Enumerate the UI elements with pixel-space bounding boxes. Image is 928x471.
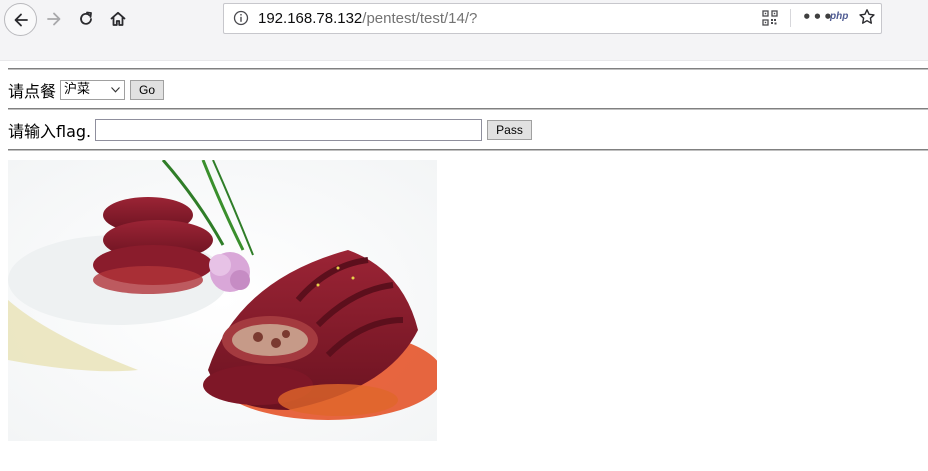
url-host: 192.168.78.132 (258, 10, 363, 27)
reload-button[interactable] (70, 3, 102, 35)
home-button[interactable] (102, 3, 134, 35)
url-text[interactable]: 192.168.78.132/pentest/test/14/? (258, 10, 477, 27)
forward-button[interactable] (38, 3, 70, 35)
back-button[interactable] (4, 3, 37, 36)
qr-code-icon[interactable] (762, 10, 778, 26)
flag-form: 请输入flag. Pass (8, 118, 532, 142)
url-bar[interactable]: 192.168.78.132/pentest/test/14/? ••• php (223, 3, 882, 34)
url-path: /pentest/test/14/? (362, 10, 478, 27)
bookmark-star-icon[interactable] (858, 8, 876, 26)
chevron-down-icon (111, 87, 120, 93)
flag-input[interactable] (95, 119, 483, 141)
food-dish-image (8, 160, 437, 441)
php-extension-icon[interactable]: php (830, 11, 848, 22)
order-form: 请点餐 沪菜 Go (8, 78, 165, 102)
page-actions-icon[interactable]: ••• (802, 8, 834, 26)
divider (8, 68, 928, 70)
go-button[interactable]: Go (130, 80, 165, 100)
divider (8, 108, 928, 110)
back-arrow-icon (14, 13, 28, 26)
home-icon (110, 11, 126, 26)
flag-label: 请输入flag. (8, 122, 92, 141)
pass-button[interactable]: Pass (487, 120, 532, 140)
forward-arrow-icon (47, 12, 61, 26)
info-icon[interactable] (233, 10, 249, 26)
url-bar-separator (790, 9, 791, 27)
browser-toolbar: 192.168.78.132/pentest/test/14/? ••• php (0, 0, 928, 61)
reload-icon (80, 11, 92, 25)
order-label: 请点餐 (8, 82, 57, 101)
dish-select[interactable]: 沪菜 (60, 80, 126, 100)
divider (8, 149, 928, 151)
dish-select-value: 沪菜 (64, 82, 91, 97)
